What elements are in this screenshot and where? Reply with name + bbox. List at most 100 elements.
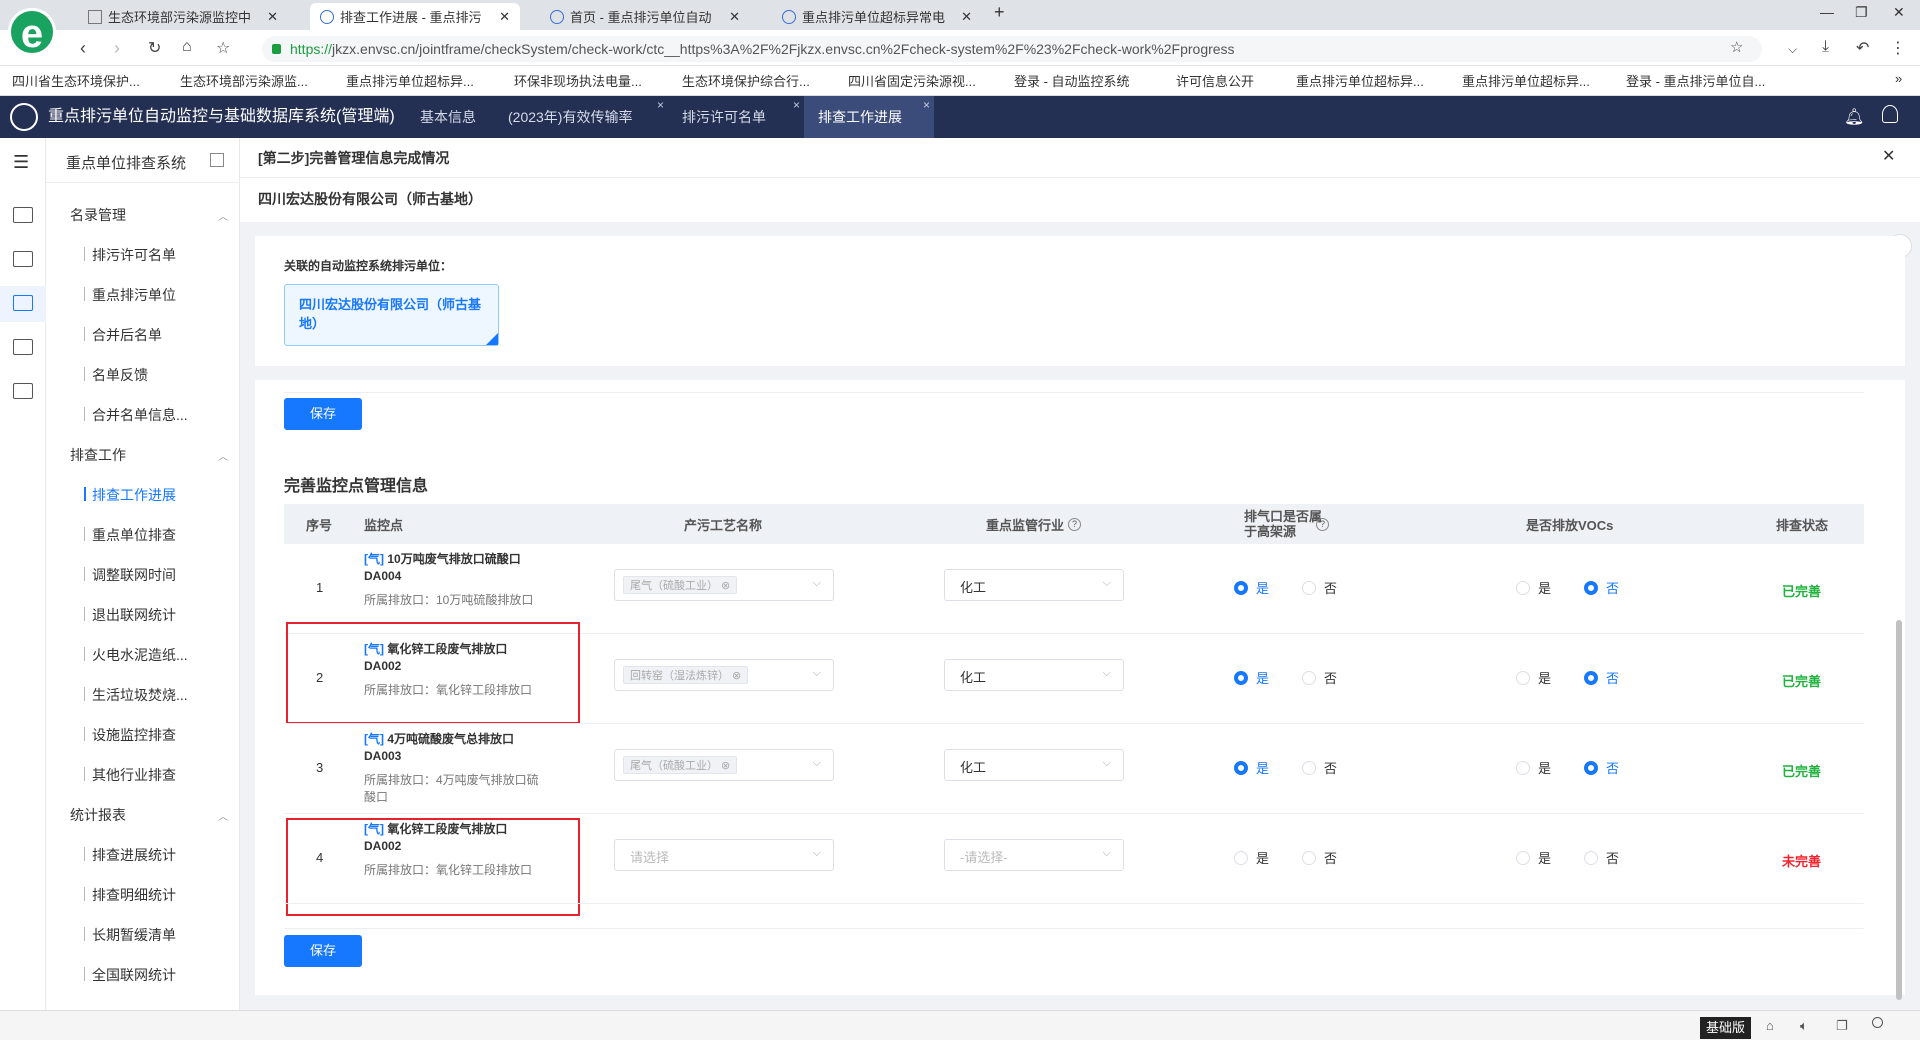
settings-doc-icon[interactable] <box>13 383 33 399</box>
vocs-no-radio[interactable]: 否 <box>1584 578 1619 597</box>
dropdown-icon[interactable]: ⌵ <box>1788 42 1797 57</box>
process-select[interactable]: 请选择 ⌵ <box>614 839 834 871</box>
save-button-bottom[interactable]: 保存 <box>284 935 362 967</box>
window-icon[interactable]: ❐ <box>1836 1018 1848 1034</box>
bookmark-item[interactable]: 生态环境部污染源监... <box>180 71 308 90</box>
vocs-yes-radio[interactable]: 是 <box>1516 578 1551 597</box>
sidebar-group-reports[interactable]: 统计报表 <box>70 805 126 825</box>
sidebar-item[interactable]: 排污许可名单 <box>84 245 176 265</box>
star-icon[interactable]: ☆ <box>216 38 230 58</box>
bookmark-item[interactable]: 生态环境保护综合行... <box>682 71 810 90</box>
bookmarks-more-icon[interactable]: » <box>1895 71 1902 86</box>
high-yes-radio[interactable]: 是 <box>1234 848 1269 867</box>
sidebar-item[interactable]: 名单反馈 <box>84 365 148 385</box>
sidebar-item[interactable]: 排查进展统计 <box>84 845 176 865</box>
process-select[interactable]: 尾气（硫酸工业） ⊗ ⌵ <box>614 749 834 781</box>
search-icon[interactable] <box>1872 1017 1883 1028</box>
sidebar-item[interactable]: 合并名单信息... <box>84 405 188 425</box>
tab-permit-list[interactable]: 排污许可名单 × <box>668 96 804 138</box>
bookmark-item[interactable]: 环保非现场执法电量... <box>514 71 642 90</box>
edition-label[interactable]: 基础版 <box>1700 1017 1752 1039</box>
undo-icon[interactable]: ↶ <box>1856 38 1869 58</box>
close-icon[interactable]: ✕ <box>267 9 278 25</box>
close-icon[interactable]: × <box>923 84 930 126</box>
forward-icon[interactable]: › <box>114 38 120 59</box>
browser-logo-icon[interactable]: e <box>8 8 56 56</box>
browser-tab-4[interactable]: 重点排污单位超标异常电 ✕ <box>772 3 982 30</box>
sidebar-group-check-work[interactable]: 排查工作 <box>70 445 126 465</box>
scrollbar-thumb[interactable] <box>1896 620 1902 1000</box>
industry-select[interactable]: 化工 ⌵ <box>944 749 1124 781</box>
close-icon[interactable]: × <box>793 84 800 126</box>
restore-icon[interactable]: ❐ <box>1855 4 1868 21</box>
window-close-icon[interactable]: ✕ <box>1893 4 1905 21</box>
linked-unit-chip[interactable]: 四川宏达股份有限公司（师古基地） <box>284 284 499 346</box>
bookmark-item[interactable]: 登录 - 重点排污单位自... <box>1626 71 1765 90</box>
new-tab-plus-icon[interactable]: + <box>994 2 1005 23</box>
sidebar-item[interactable]: 全国联网统计 <box>84 965 176 985</box>
collapse-icon[interactable] <box>210 153 224 167</box>
process-select[interactable]: 回转窑（湿法炼锌） ⊗ ⌵ <box>614 659 834 691</box>
monitor-icon[interactable] <box>13 251 33 267</box>
sidebar-item[interactable]: 长期暂缓清单 <box>84 925 176 945</box>
chevron-up-icon[interactable]: ︿ <box>218 208 228 223</box>
close-icon[interactable]: ✕ <box>961 9 972 25</box>
bookmark-item[interactable]: 四川省固定污染源视... <box>848 71 976 90</box>
bookmark-item[interactable]: 四川省生态环境保护... <box>12 71 140 90</box>
sidebar-group-list-mgmt[interactable]: 名录管理 <box>70 205 126 225</box>
close-icon[interactable]: ✕ <box>729 9 740 25</box>
url-input[interactable]: https://jkzx.envsc.cn/jointframe/checkSy… <box>262 36 1762 62</box>
sidebar-item[interactable]: 其他行业排查 <box>84 765 176 785</box>
sidebar-item[interactable]: 生活垃圾焚烧... <box>84 685 188 705</box>
bookmark-item[interactable]: 重点排污单位超标异... <box>1462 71 1590 90</box>
high-no-radio[interactable]: 否 <box>1302 758 1337 777</box>
user-icon[interactable] <box>1882 105 1898 123</box>
high-yes-radio[interactable]: 是 <box>1234 668 1269 687</box>
sidebar-item-active[interactable]: 排查工作进展 <box>84 485 176 505</box>
help-icon[interactable]: ? <box>1316 518 1329 531</box>
high-no-radio[interactable]: 否 <box>1302 848 1337 867</box>
back-icon[interactable]: ‹ <box>80 38 86 59</box>
browser-tab-1[interactable]: 生态环境部污染源监控中 ✕ <box>78 3 288 30</box>
sidebar-item[interactable]: 调整联网时间 <box>84 565 176 585</box>
sidebar-item[interactable]: 火电水泥造纸... <box>84 645 188 665</box>
industry-select[interactable]: -请选择- ⌵ <box>944 839 1124 871</box>
close-icon[interactable]: ✕ <box>1882 146 1895 166</box>
minimize-icon[interactable]: — <box>1820 4 1834 20</box>
process-select[interactable]: 尾气（硫酸工业） ⊗ ⌵ <box>614 569 834 601</box>
vocs-yes-radio[interactable]: 是 <box>1516 848 1551 867</box>
vocs-no-radio[interactable]: 否 <box>1584 758 1619 777</box>
bookmark-item[interactable]: 登录 - 自动监控系统 <box>1014 71 1130 90</box>
industry-select[interactable]: 化工 ⌵ <box>944 659 1124 691</box>
sidebar-item[interactable]: 设施监控排查 <box>84 725 176 745</box>
bookmark-item[interactable]: 许可信息公开 <box>1176 71 1254 90</box>
home-icon[interactable]: ⌂ <box>182 38 192 56</box>
sidebar-item[interactable]: 排查明细统计 <box>84 885 176 905</box>
speaker-icon[interactable]: 🔈︎ <box>1800 1018 1808 1034</box>
close-icon[interactable]: ✕ <box>499 9 510 25</box>
browser-tab-3[interactable]: 首页 - 重点排污单位自动 ✕ <box>540 3 750 30</box>
table-icon[interactable] <box>13 339 33 355</box>
search-doc-icon[interactable] <box>13 295 33 311</box>
high-no-radio[interactable]: 否 <box>1302 668 1337 687</box>
tab-check-progress[interactable]: 排查工作进展 × <box>804 96 934 138</box>
save-button-top[interactable]: 保存 <box>284 398 362 430</box>
sidebar-item[interactable]: 重点单位排查 <box>84 525 176 545</box>
vocs-no-radio[interactable]: 否 <box>1584 668 1619 687</box>
chevron-up-icon[interactable]: ︿ <box>218 448 228 463</box>
menu-icon[interactable]: ⋮ <box>1890 38 1906 58</box>
bell-icon[interactable]: 🔔︎ <box>1844 107 1864 127</box>
vocs-no-radio[interactable]: 否 <box>1584 848 1619 867</box>
chart-icon[interactable] <box>13 207 33 223</box>
sidebar-item[interactable]: 重点排污单位 <box>84 285 176 305</box>
browser-tab-2[interactable]: 排查工作进展 - 重点排污 ✕ <box>310 3 520 30</box>
tab-transmission-rate[interactable]: (2023年)有效传输率 × <box>494 96 668 138</box>
high-yes-radio[interactable]: 是 <box>1234 758 1269 777</box>
high-no-radio[interactable]: 否 <box>1302 578 1337 597</box>
download-icon[interactable]: ⤓ <box>1822 38 1829 56</box>
bookmark-item[interactable]: 重点排污单位超标异... <box>346 71 474 90</box>
hamburger-icon[interactable]: ☰ <box>13 152 29 173</box>
bookmark-star-icon[interactable]: ☆ <box>1730 38 1743 56</box>
help-icon[interactable]: ? <box>1068 517 1082 531</box>
bookmark-item[interactable]: 重点排污单位超标异... <box>1296 71 1424 90</box>
